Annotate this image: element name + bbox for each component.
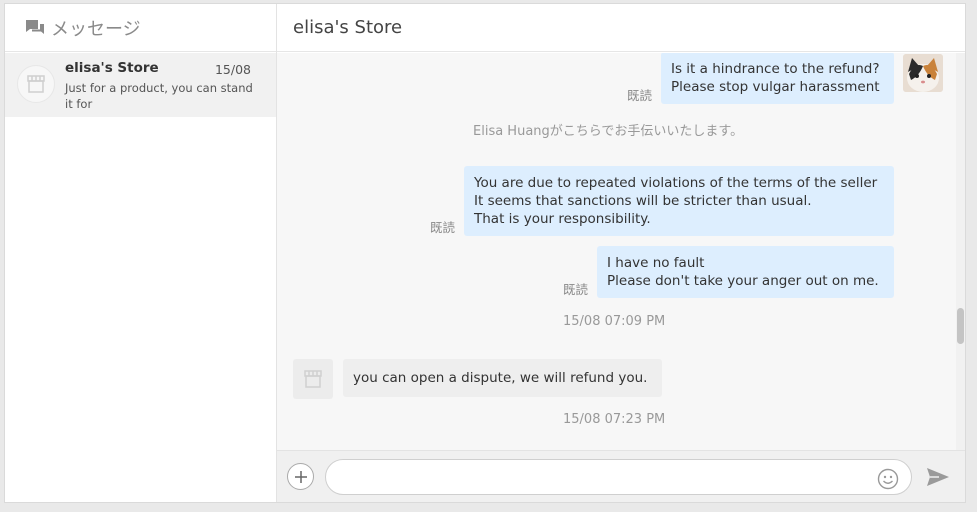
message-list[interactable]: Is it a hindrance to the refund? Please …: [277, 53, 965, 450]
smiley-icon[interactable]: [877, 468, 899, 490]
message-composer: [277, 450, 965, 502]
message-timestamp: 15/08 07:09 PM: [563, 314, 666, 329]
cat-photo-icon: [903, 54, 943, 92]
message-line: It seems that sanctions will be stricter…: [474, 193, 812, 209]
conversation-preview: Just for a product, you can stand it for: [65, 81, 253, 111]
message-line: That is your responsibility.: [474, 211, 651, 227]
user-avatar: [903, 54, 943, 92]
message-line: Please don't take your anger out on me.: [607, 273, 879, 289]
incoming-message: you can open a dispute, we will refund y…: [343, 359, 662, 397]
read-receipt: 既読: [430, 220, 456, 235]
store-icon: [27, 75, 45, 93]
chat-title: elisa's Store: [293, 17, 403, 38]
chat-bubbles-icon: [26, 19, 44, 34]
message-line: you can open a dispute, we will refund y…: [353, 370, 648, 386]
sidebar-title: メッセージ: [51, 18, 141, 40]
messenger-window: メッセージ elisa's Store 15/08 Just for a pro…: [4, 3, 966, 503]
message-timestamp: 15/08 07:23 PM: [563, 412, 666, 427]
store-icon: [304, 370, 322, 388]
outgoing-message: You are due to repeated violations of th…: [464, 166, 894, 236]
message-line: I have no fault: [607, 255, 705, 271]
message-scrollbar[interactable]: [956, 53, 965, 450]
read-receipt: 既読: [627, 88, 653, 103]
attach-button[interactable]: [287, 463, 314, 490]
conversation-sidebar: メッセージ elisa's Store 15/08 Just for a pro…: [5, 4, 277, 502]
conversation-date: 15/08: [214, 62, 251, 77]
send-icon[interactable]: [925, 466, 951, 488]
sidebar-header: メッセージ: [5, 4, 276, 52]
outgoing-message: I have no fault Please don't take your a…: [597, 246, 894, 298]
message-line: Is it a hindrance to the refund?: [671, 61, 880, 77]
store-avatar: [17, 65, 55, 103]
chat-header: elisa's Store: [277, 4, 965, 52]
store-avatar: [293, 359, 333, 399]
system-message: Elisa Huangがこちらでお手伝いいたします。: [473, 124, 744, 139]
chat-panel: elisa's Store Is it a hindrance to the r…: [277, 4, 965, 502]
read-receipt: 既読: [563, 282, 589, 297]
outgoing-message: Is it a hindrance to the refund? Please …: [661, 53, 894, 104]
conversation-item[interactable]: elisa's Store 15/08 Just for a product, …: [5, 53, 276, 117]
message-input[interactable]: [325, 459, 912, 495]
plus-icon: [294, 470, 307, 483]
message-line: You are due to repeated violations of th…: [474, 175, 878, 191]
conversation-name: elisa's Store: [65, 60, 159, 76]
message-line: Please stop vulgar harassment: [671, 79, 880, 95]
scrollbar-thumb[interactable]: [957, 308, 964, 344]
